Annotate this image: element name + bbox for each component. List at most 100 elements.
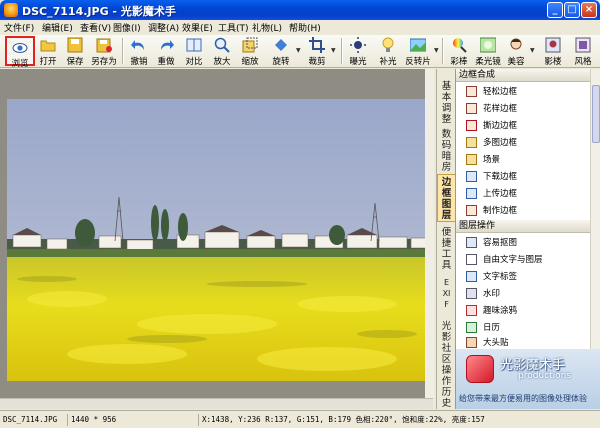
frame-pattern-label: 花样边框 (483, 104, 518, 114)
menu-help[interactable]: 帮助(H) (289, 21, 321, 34)
frame-torn-label: 撕边边框 (483, 121, 518, 131)
exposure-button[interactable]: 曝光 (345, 36, 371, 67)
film-dropdown-caret[interactable]: ▼ (434, 47, 439, 54)
upload-icon (466, 188, 477, 199)
menu-view[interactable]: 查看(V) (80, 21, 111, 34)
promo-tagline: 给您带来最方便易用的图像处理体验 (459, 394, 587, 403)
crop-label: 裁剪 (308, 57, 326, 67)
tab-basic-adjust[interactable]: 基本调整 (437, 81, 456, 125)
frame-icon (466, 103, 477, 114)
frame-easy[interactable]: 轻松边框 (466, 84, 586, 100)
app-logo-icon (4, 3, 18, 17)
browse-label: 浏览 (11, 59, 29, 69)
studio-icon (545, 37, 561, 53)
soft-lens-button[interactable]: 柔光镜 (474, 36, 502, 67)
menu-effects[interactable]: 效果(E) (182, 21, 213, 34)
redo-button[interactable]: 重做 (153, 36, 179, 67)
tab-digital-darkroom[interactable]: 数码暗房 (437, 129, 456, 173)
beauty-icon (508, 37, 524, 53)
tab-community[interactable]: 光影社区 (437, 321, 456, 365)
frame-multi[interactable]: 多图边框 (466, 135, 586, 151)
status-filename: DSC_7114.JPG (3, 415, 58, 424)
promo-banner[interactable]: 光影魔术手 productions 给您带来最方便易用的图像处理体验 (456, 349, 600, 409)
maximize-button[interactable]: □ (564, 2, 580, 18)
tab-quick-tools[interactable]: 便捷工具 (437, 227, 456, 271)
menu-tools[interactable]: 工具(T) (218, 21, 249, 34)
eye-icon (12, 39, 28, 55)
tab-exif[interactable]: EXIF (437, 277, 456, 321)
browse-button[interactable]: 浏览 (5, 36, 35, 69)
cutout-icon (466, 237, 477, 248)
frame-torn[interactable]: 撕边边框 (466, 118, 586, 134)
style-button[interactable]: 风格 (569, 36, 597, 67)
tab-history[interactable]: 操作历史 (437, 365, 456, 409)
frame-upload-label: 上传边框 (483, 189, 518, 199)
frame-make[interactable]: 制作边框 (466, 203, 586, 219)
frame-icon (466, 86, 477, 97)
toolbar-separator (122, 38, 123, 64)
beauty-button[interactable]: 美容 (503, 36, 529, 67)
minimize-button[interactable]: _ (547, 2, 563, 18)
undo-label: 撤销 (130, 57, 148, 67)
menu-adjust[interactable]: 调整(A) (148, 21, 179, 34)
layers-section-title[interactable]: 图层操作 (456, 220, 590, 233)
crop-button[interactable]: 裁剪 (304, 36, 330, 67)
layer-doodle[interactable]: 趣味涂鸦 (466, 303, 586, 319)
crop-dropdown-caret[interactable]: ▼ (331, 47, 336, 54)
redo-label: 重做 (157, 57, 175, 67)
frame-pattern[interactable]: 花样边框 (466, 101, 586, 117)
menu-file[interactable]: 文件(F) (4, 21, 34, 34)
layer-calendar-label: 日历 (483, 323, 501, 333)
layer-watermark[interactable]: 水印 (466, 286, 586, 302)
zoom-in-button[interactable]: 放大 (210, 36, 234, 67)
soft-lens-label: 柔光镜 (475, 57, 501, 67)
film-button[interactable]: 反转片 (403, 36, 433, 67)
rotate-button[interactable]: 旋转 (267, 36, 295, 67)
layer-easy-cutout[interactable]: 容易抠图 (466, 235, 586, 251)
menu-bar: 文件(F) 编辑(E) 查看(V) 图像(I) 调整(A) 效果(E) 工具(T… (0, 20, 600, 35)
undo-button[interactable]: 撤销 (126, 36, 152, 67)
photo-sticker-icon (466, 337, 477, 348)
studio-button[interactable]: 影楼 (540, 36, 566, 67)
panel-scrollbar-thumb[interactable] (592, 85, 600, 143)
fill-light-icon (380, 37, 396, 53)
frames-section-title[interactable]: 边框合成 (456, 69, 590, 82)
color-wand-button[interactable]: 彩棒 (446, 36, 472, 67)
frame-scene[interactable]: 场景 (466, 152, 586, 168)
save-as-icon (96, 37, 112, 53)
save-as-button[interactable]: 另存为 (89, 36, 119, 67)
open-button[interactable]: 打开 (36, 36, 60, 67)
redo-icon (158, 37, 174, 53)
resize-button[interactable]: 缩放 (238, 36, 262, 67)
frame-download-label: 下载边框 (483, 172, 518, 182)
rotate-label: 旋转 (272, 57, 290, 67)
close-button[interactable]: × (581, 2, 597, 18)
layer-calendar[interactable]: 日历 (466, 320, 586, 336)
compare-button[interactable]: 对比 (182, 36, 206, 67)
beauty-dropdown-caret[interactable]: ▼ (530, 47, 535, 54)
save-button[interactable]: 保存 (62, 36, 88, 67)
fill-light-button[interactable]: 补光 (375, 36, 401, 67)
frame-upload[interactable]: 上传边框 (466, 186, 586, 202)
image-canvas[interactable] (0, 69, 433, 409)
tab-frames-layers[interactable]: 边框图层 (437, 174, 456, 222)
color-wand-label: 彩棒 (450, 57, 468, 67)
menu-edit[interactable]: 编辑(E) (42, 21, 73, 34)
exposure-icon (350, 37, 366, 53)
menu-image[interactable]: 图像(I) (113, 21, 141, 34)
photo-rapeseed-field[interactable] (7, 99, 431, 381)
photo-image (7, 99, 431, 381)
canvas-vertical-scrollbar[interactable] (425, 69, 434, 398)
layer-free-text[interactable]: 自由文字与图层 (466, 252, 586, 268)
zoom-in-label: 放大 (213, 57, 231, 67)
layer-photo-sticker[interactable]: 大头贴 (466, 337, 586, 349)
film-label: 反转片 (405, 57, 431, 67)
layer-text-label-label: 文字标签 (483, 272, 518, 282)
frame-download[interactable]: 下载边框 (466, 169, 586, 185)
rotate-dropdown-caret[interactable]: ▼ (296, 47, 301, 54)
menu-gifts[interactable]: 礼物(L) (252, 21, 282, 34)
canvas-horizontal-scrollbar[interactable] (0, 398, 433, 409)
layer-text-label[interactable]: 文字标签 (466, 269, 586, 285)
frame-icon (466, 120, 477, 131)
fill-light-label: 补光 (379, 57, 397, 67)
